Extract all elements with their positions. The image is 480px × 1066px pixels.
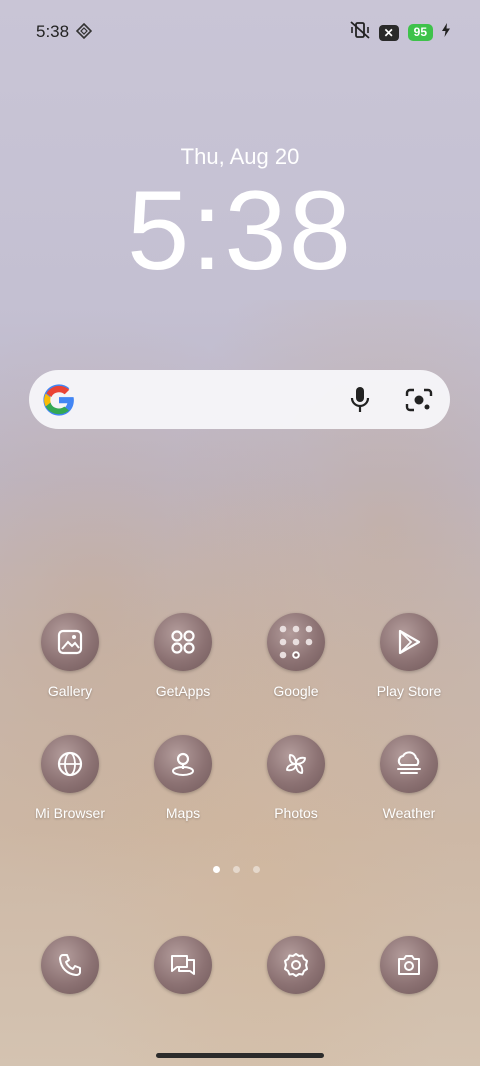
app-mi-browser[interactable]: Mi Browser bbox=[13, 735, 127, 821]
dock-phone[interactable] bbox=[13, 936, 127, 994]
weather-icon bbox=[380, 735, 438, 793]
pinwheel-icon bbox=[267, 735, 325, 793]
app-getapps[interactable]: GetApps bbox=[126, 613, 240, 699]
settings-icon bbox=[267, 936, 325, 994]
charging-icon bbox=[442, 23, 450, 42]
map-pin-icon bbox=[154, 735, 212, 793]
vibrate-off-icon bbox=[350, 21, 370, 44]
google-g-icon bbox=[42, 383, 76, 422]
getapps-icon bbox=[154, 613, 212, 671]
app-gallery[interactable]: Gallery bbox=[13, 613, 127, 699]
messages-icon bbox=[154, 936, 212, 994]
app-photos[interactable]: Photos bbox=[239, 735, 353, 821]
gallery-icon bbox=[41, 613, 99, 671]
globe-icon bbox=[41, 735, 99, 793]
page-dot bbox=[233, 866, 240, 873]
notification-diamond-icon bbox=[75, 22, 93, 44]
dock-camera[interactable] bbox=[352, 936, 466, 994]
camera-icon bbox=[380, 936, 438, 994]
app-label: Google bbox=[273, 683, 319, 699]
battery-level: 95 bbox=[407, 24, 433, 41]
google-search-bar[interactable] bbox=[29, 370, 450, 429]
phone-icon bbox=[41, 936, 99, 994]
dock-settings[interactable] bbox=[239, 936, 353, 994]
app-label: Play Store bbox=[376, 683, 442, 699]
app-weather[interactable]: Weather bbox=[352, 735, 466, 821]
status-bar: 5:38 ✕ 95 bbox=[0, 0, 480, 62]
app-label: Weather bbox=[382, 805, 436, 821]
gesture-nav-handle[interactable] bbox=[156, 1053, 324, 1058]
app-maps[interactable]: Maps bbox=[126, 735, 240, 821]
app-label: Mi Browser bbox=[34, 805, 105, 821]
page-dot bbox=[253, 866, 260, 873]
app-label: Gallery bbox=[47, 683, 93, 699]
app-label: Maps bbox=[165, 805, 201, 821]
app-label: GetApps bbox=[155, 683, 211, 699]
dock-messages[interactable] bbox=[126, 936, 240, 994]
page-dot-active bbox=[213, 866, 220, 873]
page-indicator bbox=[213, 866, 260, 873]
voice-search-mic-icon[interactable] bbox=[349, 386, 371, 419]
x-app-icon: ✕ bbox=[378, 24, 399, 41]
app-play-store[interactable]: Play Store bbox=[352, 613, 466, 699]
google-lens-icon[interactable] bbox=[405, 386, 433, 419]
status-time: 5:38 bbox=[36, 22, 70, 41]
app-google-folder[interactable]: Google bbox=[239, 613, 353, 699]
google-folder-icon bbox=[267, 613, 325, 671]
app-label: Photos bbox=[274, 805, 318, 821]
clock-widget[interactable]: 5:38 bbox=[0, 166, 480, 295]
play-store-icon bbox=[380, 613, 438, 671]
